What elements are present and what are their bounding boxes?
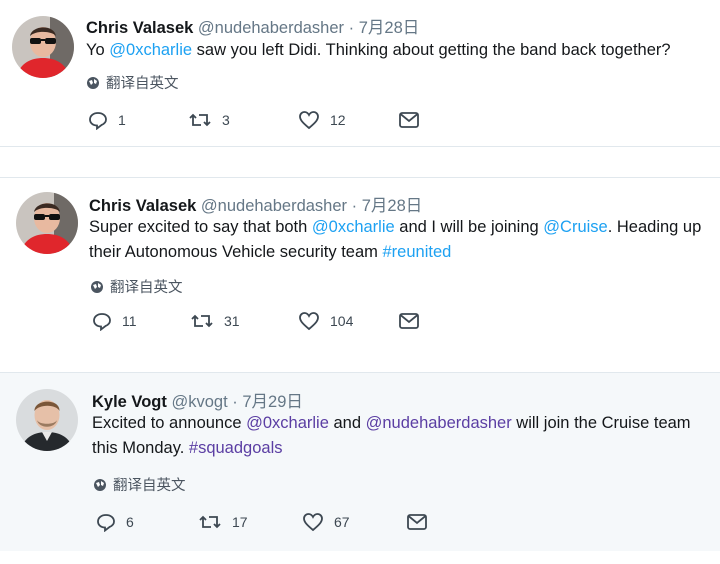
- retweet-icon: [191, 314, 213, 328]
- reply-button[interactable]: 1: [88, 110, 188, 130]
- tweet-header: Chris Valasek @nudehaberdasher · 7月28日: [89, 192, 422, 216]
- mention-cruise[interactable]: @Cruise: [543, 218, 607, 236]
- globe-icon: [94, 478, 106, 491]
- text-segment: Super excited to say that both: [89, 218, 312, 236]
- globe-icon: [91, 280, 103, 293]
- reply-button[interactable]: 11: [92, 311, 190, 331]
- avatar-chris-valasek[interactable]: [16, 192, 78, 254]
- separator-dot: ·: [232, 393, 238, 411]
- reply-button[interactable]: 6: [96, 512, 198, 532]
- tweet-text: Super excited to say that both @0xcharli…: [89, 215, 714, 265]
- like-count: 12: [330, 112, 346, 128]
- envelope-icon: [399, 112, 419, 128]
- reply-count: 1: [118, 112, 126, 128]
- retweet-button[interactable]: 3: [188, 110, 298, 130]
- retweet-count: 17: [232, 514, 248, 530]
- translate-link[interactable]: 翻译自英文: [90, 276, 183, 297]
- text-segment: and I will be joining: [394, 218, 544, 236]
- retweet-button[interactable]: 17: [198, 512, 302, 532]
- retweet-count: 3: [222, 112, 230, 128]
- avatar-kyle-vogt[interactable]: [16, 389, 78, 451]
- like-button[interactable]: 67: [302, 512, 406, 532]
- like-count: 104: [330, 313, 354, 329]
- direct-message-button[interactable]: [398, 312, 420, 330]
- tweet-date[interactable]: 7月28日: [359, 19, 420, 37]
- tweet-actions: 11 31 104: [92, 311, 420, 331]
- mention-0xcharlie[interactable]: @0xcharlie: [246, 414, 329, 432]
- author-name[interactable]: Chris Valasek: [89, 197, 196, 215]
- like-count: 67: [334, 514, 350, 530]
- tweet-2[interactable]: Chris Valasek @nudehaberdasher · 7月28日 S…: [0, 178, 720, 368]
- tweet-date[interactable]: 7月28日: [362, 197, 423, 215]
- envelope-icon: [407, 514, 427, 530]
- reply-icon: [89, 112, 107, 130]
- tweet-actions: 1 3 12: [88, 110, 420, 130]
- translate-label: 翻译自英文: [110, 280, 183, 296]
- text-segment: Yo: [86, 41, 110, 59]
- heart-icon: [299, 312, 319, 331]
- direct-message-button[interactable]: [406, 513, 428, 531]
- text-segment: Excited to announce: [92, 414, 247, 432]
- translate-link[interactable]: 翻译自英文: [93, 474, 186, 495]
- reply-icon: [97, 514, 115, 532]
- author-handle[interactable]: @nudehaberdasher: [201, 197, 347, 215]
- translate-link[interactable]: 翻译自英文: [86, 72, 179, 93]
- direct-message-button[interactable]: [398, 111, 420, 129]
- retweet-count: 31: [224, 313, 240, 329]
- globe-icon: [87, 76, 99, 89]
- like-button[interactable]: 104: [298, 311, 398, 331]
- divider: [0, 146, 720, 147]
- tweet-date[interactable]: 7月29日: [242, 393, 303, 411]
- reply-icon: [93, 313, 111, 331]
- tweet-header: Chris Valasek @nudehaberdasher · 7月28日: [86, 14, 419, 38]
- tweet-3[interactable]: Kyle Vogt @kvogt · 7月29日 Excited to anno…: [0, 373, 720, 551]
- translate-label: 翻译自英文: [113, 478, 186, 494]
- author-handle[interactable]: @nudehaberdasher: [198, 19, 344, 37]
- tweet-header: Kyle Vogt @kvogt · 7月29日: [92, 388, 303, 412]
- reply-count: 11: [122, 313, 137, 329]
- text-segment: and: [328, 414, 366, 432]
- retweet-icon: [199, 515, 221, 529]
- retweet-button[interactable]: 31: [190, 311, 298, 331]
- heart-icon: [303, 513, 323, 532]
- translate-label: 翻译自英文: [106, 76, 179, 92]
- text-segment: saw you left Didi. Thinking about gettin…: [192, 41, 671, 59]
- author-name[interactable]: Kyle Vogt: [92, 393, 167, 411]
- mention-nudehaberdasher[interactable]: @nudehaberdasher: [366, 414, 512, 432]
- like-button[interactable]: 12: [298, 110, 398, 130]
- reply-count: 6: [126, 514, 134, 530]
- author-name[interactable]: Chris Valasek: [86, 19, 193, 37]
- tweet-1[interactable]: Chris Valasek @nudehaberdasher · 7月28日 Y…: [0, 0, 720, 146]
- hashtag-squadgoals[interactable]: #squadgoals: [189, 439, 283, 457]
- heart-icon: [299, 111, 319, 130]
- hashtag-reunited[interactable]: #reunited: [383, 243, 452, 261]
- mention-0xcharlie[interactable]: @0xcharlie: [312, 218, 395, 236]
- avatar-chris-valasek[interactable]: [12, 16, 74, 78]
- retweet-icon: [189, 113, 211, 127]
- separator-dot: ·: [351, 197, 358, 215]
- author-handle[interactable]: @kvogt: [171, 393, 227, 411]
- tweet-text: Yo @0xcharlie saw you left Didi. Thinkin…: [86, 38, 716, 63]
- mention-0xcharlie[interactable]: @0xcharlie: [109, 41, 192, 59]
- separator-dot: ·: [348, 19, 355, 37]
- tweet-text: Excited to announce @0xcharlie and @nude…: [92, 411, 716, 461]
- tweet-actions: 6 17 67: [96, 512, 428, 532]
- envelope-icon: [399, 313, 419, 329]
